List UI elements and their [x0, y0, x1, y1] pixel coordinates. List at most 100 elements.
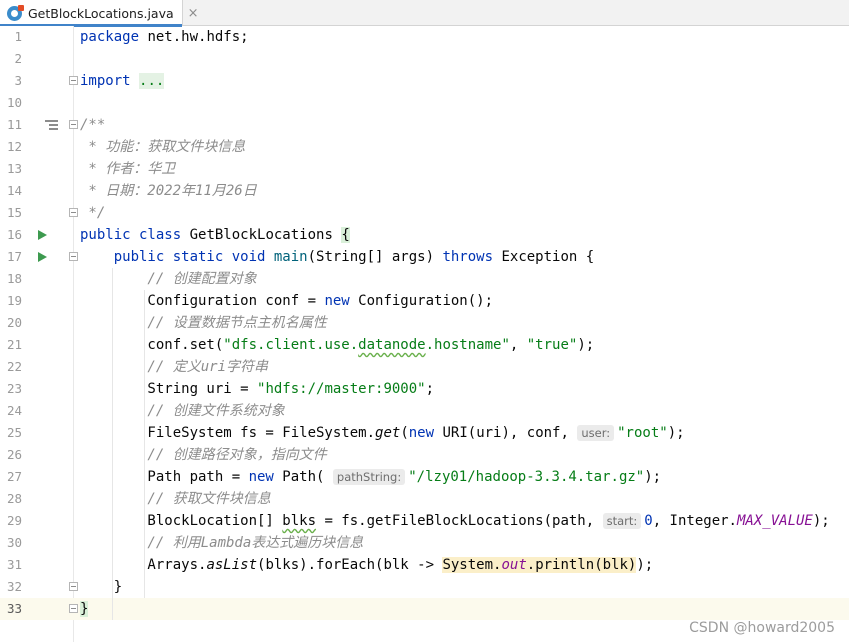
code-text[interactable]: public class GetBlockLocations {: [80, 224, 350, 246]
code-text[interactable]: conf.set("dfs.client.use.datanode.hostna…: [80, 334, 594, 356]
line-number: 3: [14, 73, 22, 88]
fold-collapse-icon[interactable]: [69, 252, 78, 261]
line-number: 22: [6, 359, 22, 374]
line-number: 27: [6, 469, 22, 484]
code-text[interactable]: Arrays.asList(blks).forEach(blk -> Syste…: [80, 554, 653, 576]
code-line: 18 // 创建配置对象: [0, 268, 849, 290]
code-text[interactable]: Path path = new Path( pathString: "/lzy01…: [80, 466, 661, 488]
code-text[interactable]: FileSystem fs = FileSystem.get(new URI(u…: [80, 422, 685, 444]
code-line: 2: [0, 48, 849, 70]
code-text[interactable]: BlockLocation[] blks = fs.getFileBlockLo…: [80, 510, 830, 532]
code-text[interactable]: // 创建配置对象: [80, 268, 256, 290]
code-text[interactable]: // 定义uri字符串: [80, 356, 268, 378]
param-hint: user:: [577, 425, 615, 441]
code-text[interactable]: */: [80, 202, 105, 224]
line-number: 21: [6, 337, 22, 352]
line-number: 1: [14, 29, 22, 44]
code-text[interactable]: }: [80, 576, 122, 598]
code-line: 21 conf.set("dfs.client.use.datanode.hos…: [0, 334, 849, 356]
line-number: 29: [6, 513, 22, 528]
code-line: 10: [0, 92, 849, 114]
code-line: 1 package net.hw.hdfs;: [0, 26, 849, 48]
code-line: 29 BlockLocation[] blks = fs.getFileBloc…: [0, 510, 849, 532]
code-line: 33 }: [0, 598, 849, 620]
code-text[interactable]: // 设置数据节点主机名属性: [80, 312, 326, 334]
line-number: 33: [6, 601, 22, 616]
code-text[interactable]: }: [80, 598, 89, 620]
code-line: 24 // 创建文件系统对象: [0, 400, 849, 422]
code-text[interactable]: package net.hw.hdfs;: [80, 26, 249, 48]
fold-end-icon[interactable]: [69, 582, 78, 591]
code-line: 23 String uri = "hdfs://master:9000";: [0, 378, 849, 400]
code-line: 30 // 利用Lambda表达式遍历块信息: [0, 532, 849, 554]
fold-end-icon[interactable]: [69, 604, 78, 613]
code-line: 22 // 定义uri字符串: [0, 356, 849, 378]
folded-imports[interactable]: ...: [139, 73, 165, 89]
code-line: 20 // 设置数据节点主机名属性: [0, 312, 849, 334]
watermark: CSDN @howard2005: [689, 620, 835, 636]
line-number: 15: [6, 205, 22, 220]
code-text[interactable]: * 功能：获取文件块信息: [80, 136, 245, 158]
code-text[interactable]: // 创建路径对象，指向文件: [80, 444, 326, 466]
line-number: 28: [6, 491, 22, 506]
code-line: 17 public static void main(String[] args…: [0, 246, 849, 268]
matched-brace: }: [80, 601, 89, 617]
line-number: 10: [6, 95, 22, 110]
fold-collapse-icon[interactable]: [69, 120, 78, 129]
run-main-icon[interactable]: [38, 252, 47, 262]
code-line: 19 Configuration conf = new Configuratio…: [0, 290, 849, 312]
code-text[interactable]: // 获取文件块信息: [80, 488, 270, 510]
code-line: 3 import ...: [0, 70, 849, 92]
param-hint: start:: [602, 513, 642, 529]
code-text[interactable]: import ...: [80, 70, 165, 92]
line-number: 18: [6, 271, 22, 286]
fold-end-icon[interactable]: [69, 208, 78, 217]
code-text[interactable]: * 作者：华卫: [80, 158, 175, 180]
run-class-icon[interactable]: [38, 230, 47, 240]
editor-tab-getblocklocations[interactable]: GetBlockLocations.java ×: [0, 0, 199, 27]
code-text[interactable]: public static void main(String[] args) t…: [80, 246, 594, 268]
code-text[interactable]: Configuration conf = new Configuration()…: [80, 290, 493, 312]
code-text[interactable]: * 日期：2022年11月26日: [80, 180, 256, 202]
line-number: 13: [6, 161, 22, 176]
rendered-doc-icon[interactable]: [45, 120, 58, 130]
code-text[interactable]: // 创建文件系统对象: [80, 400, 284, 422]
line-number: 16: [6, 227, 22, 242]
line-number: 26: [6, 447, 22, 462]
code-text[interactable]: String uri = "hdfs://master:9000";: [80, 378, 434, 400]
code-line: 11 /**: [0, 114, 849, 136]
editor-tab-bar: GetBlockLocations.java ×: [0, 0, 849, 27]
line-number: 11: [6, 117, 22, 132]
code-line: 31 Arrays.asList(blks).forEach(blk -> Sy…: [0, 554, 849, 576]
line-number: 30: [6, 535, 22, 550]
line-number: 31: [6, 557, 22, 572]
code-line: 32 }: [0, 576, 849, 598]
line-number: 20: [6, 315, 22, 330]
line-number: 32: [6, 579, 22, 594]
line-number: 14: [6, 183, 22, 198]
code-line: 15 */: [0, 202, 849, 224]
code-line: 13 * 作者：华卫: [0, 158, 849, 180]
code-line: 16 public class GetBlockLocations {: [0, 224, 849, 246]
line-number: 19: [6, 293, 22, 308]
line-number: 25: [6, 425, 22, 440]
code-line: 28 // 获取文件块信息: [0, 488, 849, 510]
code-line: 27 Path path = new Path( pathString: "/lz…: [0, 466, 849, 488]
line-number: 2: [14, 51, 22, 66]
fold-expand-icon[interactable]: [69, 76, 78, 85]
java-class-icon: [7, 4, 24, 21]
line-number: 23: [6, 381, 22, 396]
code-line: 26 // 创建路径对象，指向文件: [0, 444, 849, 466]
code-text[interactable]: /**: [80, 114, 105, 136]
param-hint: pathString:: [332, 469, 406, 485]
code-line: 12 * 功能：获取文件块信息: [0, 136, 849, 158]
line-number: 17: [6, 249, 22, 264]
method-reference-hint: System.out.println(blk): [442, 557, 637, 573]
close-icon[interactable]: ×: [188, 7, 199, 20]
code-editor[interactable]: 1 package net.hw.hdfs; 2 3 import ... 10…: [0, 26, 849, 642]
line-number: 24: [6, 403, 22, 418]
code-line: 25 FileSystem fs = FileSystem.get(new UR…: [0, 422, 849, 444]
code-text[interactable]: // 利用Lambda表达式遍历块信息: [80, 532, 363, 554]
line-number: 12: [6, 139, 22, 154]
matched-brace: {: [341, 227, 350, 243]
